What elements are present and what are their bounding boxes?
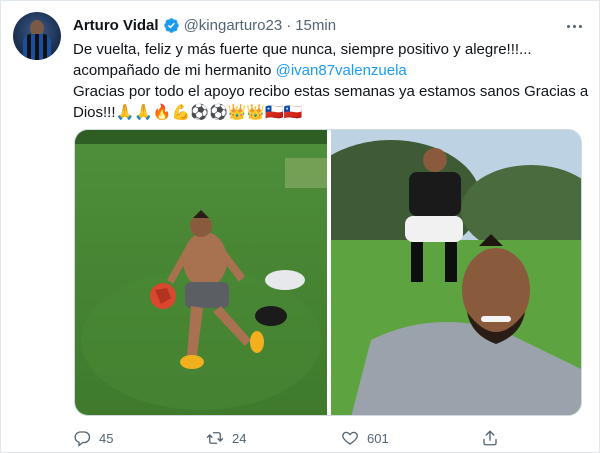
tweet-actions: 45 24 601 [73,429,513,449]
mention-link[interactable]: @ivan87valenzuela [276,62,407,79]
emoji-9: 🇨🇱 [265,104,284,121]
emoji-7: 👑 [227,104,247,121]
share-button[interactable] [481,429,499,447]
reply-icon [74,431,91,447]
tweet-text-line-4-prefix: Dios!!! [73,104,116,121]
emoji-6: ⚽ [208,104,228,121]
emoji-8: 👑 [246,104,266,121]
retweet-count: 24 [232,430,247,446]
tweet-card[interactable]: Arturo Vidal @kingarturo23 · 15min De vu… [0,0,600,453]
photo-man-sitting-on-grass-with-ball[interactable] [75,130,327,415]
more-options-icon[interactable] [565,17,583,35]
tweet-text-line-3: Gracias por todo el apoyo recibo estas s… [73,83,589,100]
reply-count: 45 [99,430,114,446]
retweet-button[interactable]: 24 [206,429,246,447]
tweet-text-line-1: De vuelta, feliz y más fuerte que nunca,… [73,41,532,58]
emoji-1: 🙏 [115,104,135,121]
tweet-text-line-2: acompañado de mi hermanito @ivan87valenz… [73,60,588,81]
retweet-icon [206,432,224,444]
tweet-text-line-4: Dios!!!🙏🙏🔥💪⚽⚽👑👑🇨🇱🇨🇱 [73,102,588,123]
photo-left-drawing [75,130,327,415]
author-handle[interactable]: @kingarturo23 [184,17,283,34]
tweet-time[interactable]: 15min [295,17,336,34]
reply-button[interactable]: 45 [73,429,113,447]
heart-icon [342,431,358,445]
header-separator: · [286,16,292,34]
emoji-10: 🇨🇱 [283,104,303,121]
emoji-4: 💪 [171,104,191,121]
like-count: 601 [367,430,389,446]
tweet-media [74,129,582,416]
author-name[interactable]: Arturo Vidal [73,17,159,34]
author-avatar[interactable] [13,12,61,60]
tweet-text-line-2-prefix: acompañado de mi hermanito [73,62,276,79]
tweet-text: De vuelta, feliz y más fuerte que nunca,… [73,39,588,123]
emoji-2: 🙏 [134,104,153,121]
like-button[interactable]: 601 [341,429,389,447]
verified-badge-icon [163,17,179,33]
share-icon [483,430,497,446]
photo-selfie-with-brother-on-field[interactable] [331,130,581,415]
photo-right-drawing [331,130,581,415]
avatar-jersey [23,34,51,60]
emoji-5: ⚽ [190,104,209,121]
tweet-header: Arturo Vidal @kingarturo23 · 15min [73,15,336,35]
emoji-3: 🔥 [152,104,172,121]
